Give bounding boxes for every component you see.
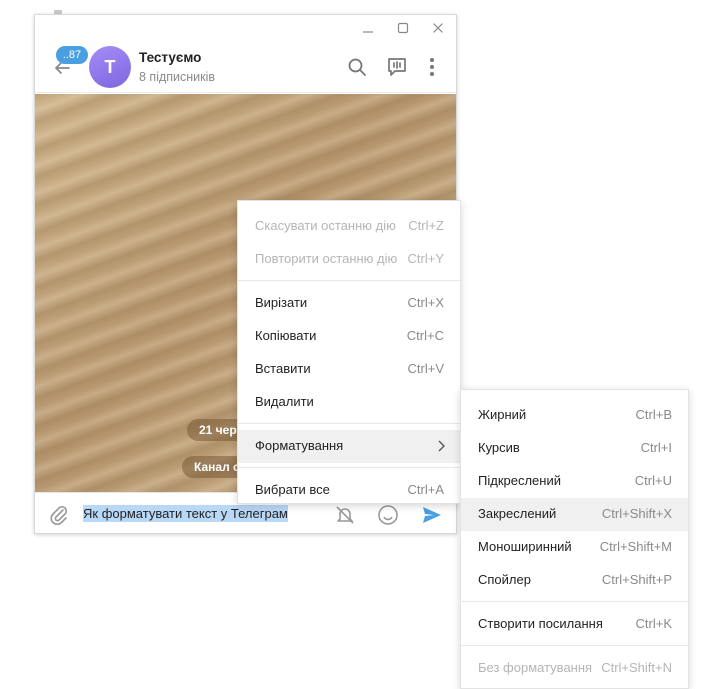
more-button[interactable] [420, 55, 444, 79]
format-item-bold[interactable]: Жирний Ctrl+B [461, 399, 688, 432]
unread-badge: ..87 [56, 46, 88, 64]
search-button[interactable] [345, 55, 369, 79]
menu-item-copy[interactable]: Копіювати Ctrl+C [238, 320, 460, 353]
menu-item-redo[interactable]: Повторити останню дію Ctrl+Y [238, 243, 460, 276]
format-item-italic[interactable]: Курсив Ctrl+I [461, 432, 688, 465]
maximize-icon [397, 22, 409, 34]
format-item-create-link[interactable]: Створити посилання Ctrl+K [461, 608, 688, 641]
live-stream-button[interactable] [385, 55, 409, 79]
minimize-button[interactable] [359, 19, 377, 37]
minimize-icon [363, 31, 373, 33]
menu-separator [461, 601, 688, 602]
close-button[interactable] [429, 19, 447, 37]
paperclip-icon [50, 505, 68, 525]
formatting-submenu: Жирний Ctrl+B Курсив Ctrl+I Підкреслений… [460, 389, 689, 689]
live-stream-icon [388, 58, 406, 76]
close-icon [433, 23, 443, 33]
title-bar [35, 15, 456, 41]
menu-item-delete[interactable]: Видалити [238, 386, 460, 419]
menu-item-select-all[interactable]: Вибрати все Ctrl+A [238, 474, 460, 507]
more-vertical-icon [430, 58, 434, 76]
context-menu: Скасувати останню дію Ctrl+Z Повторити о… [237, 200, 461, 504]
avatar[interactable]: T [89, 46, 131, 88]
menu-item-undo[interactable]: Скасувати останню дію Ctrl+Z [238, 210, 460, 243]
search-icon [348, 58, 366, 76]
format-item-monospace[interactable]: Моноширинний Ctrl+Shift+M [461, 531, 688, 564]
chevron-right-icon [438, 440, 445, 452]
maximize-button[interactable] [394, 19, 412, 37]
format-item-strikethrough[interactable]: Закреслений Ctrl+Shift+X [461, 498, 688, 531]
format-item-underline[interactable]: Підкреслений Ctrl+U [461, 465, 688, 498]
menu-item-paste[interactable]: Вставити Ctrl+V [238, 353, 460, 386]
menu-separator [238, 467, 460, 468]
attach-button[interactable] [47, 503, 71, 527]
menu-item-formatting[interactable]: Форматування [238, 430, 460, 463]
format-item-spoiler[interactable]: Спойлер Ctrl+Shift+P [461, 564, 688, 597]
menu-separator [238, 280, 460, 281]
format-item-clear-formatting[interactable]: Без форматування Ctrl+Shift+N [461, 652, 688, 685]
chat-subtitle: 8 підписників [139, 70, 216, 84]
chat-header: ..87 T Тестуємо 8 підписників [35, 41, 456, 93]
menu-separator [461, 645, 688, 646]
chat-title[interactable]: Тестуємо [139, 50, 201, 65]
menu-separator [238, 423, 460, 424]
message-input[interactable]: Як форматувати текст у Телеграм [83, 505, 288, 522]
menu-item-cut[interactable]: Вирізати Ctrl+X [238, 287, 460, 320]
